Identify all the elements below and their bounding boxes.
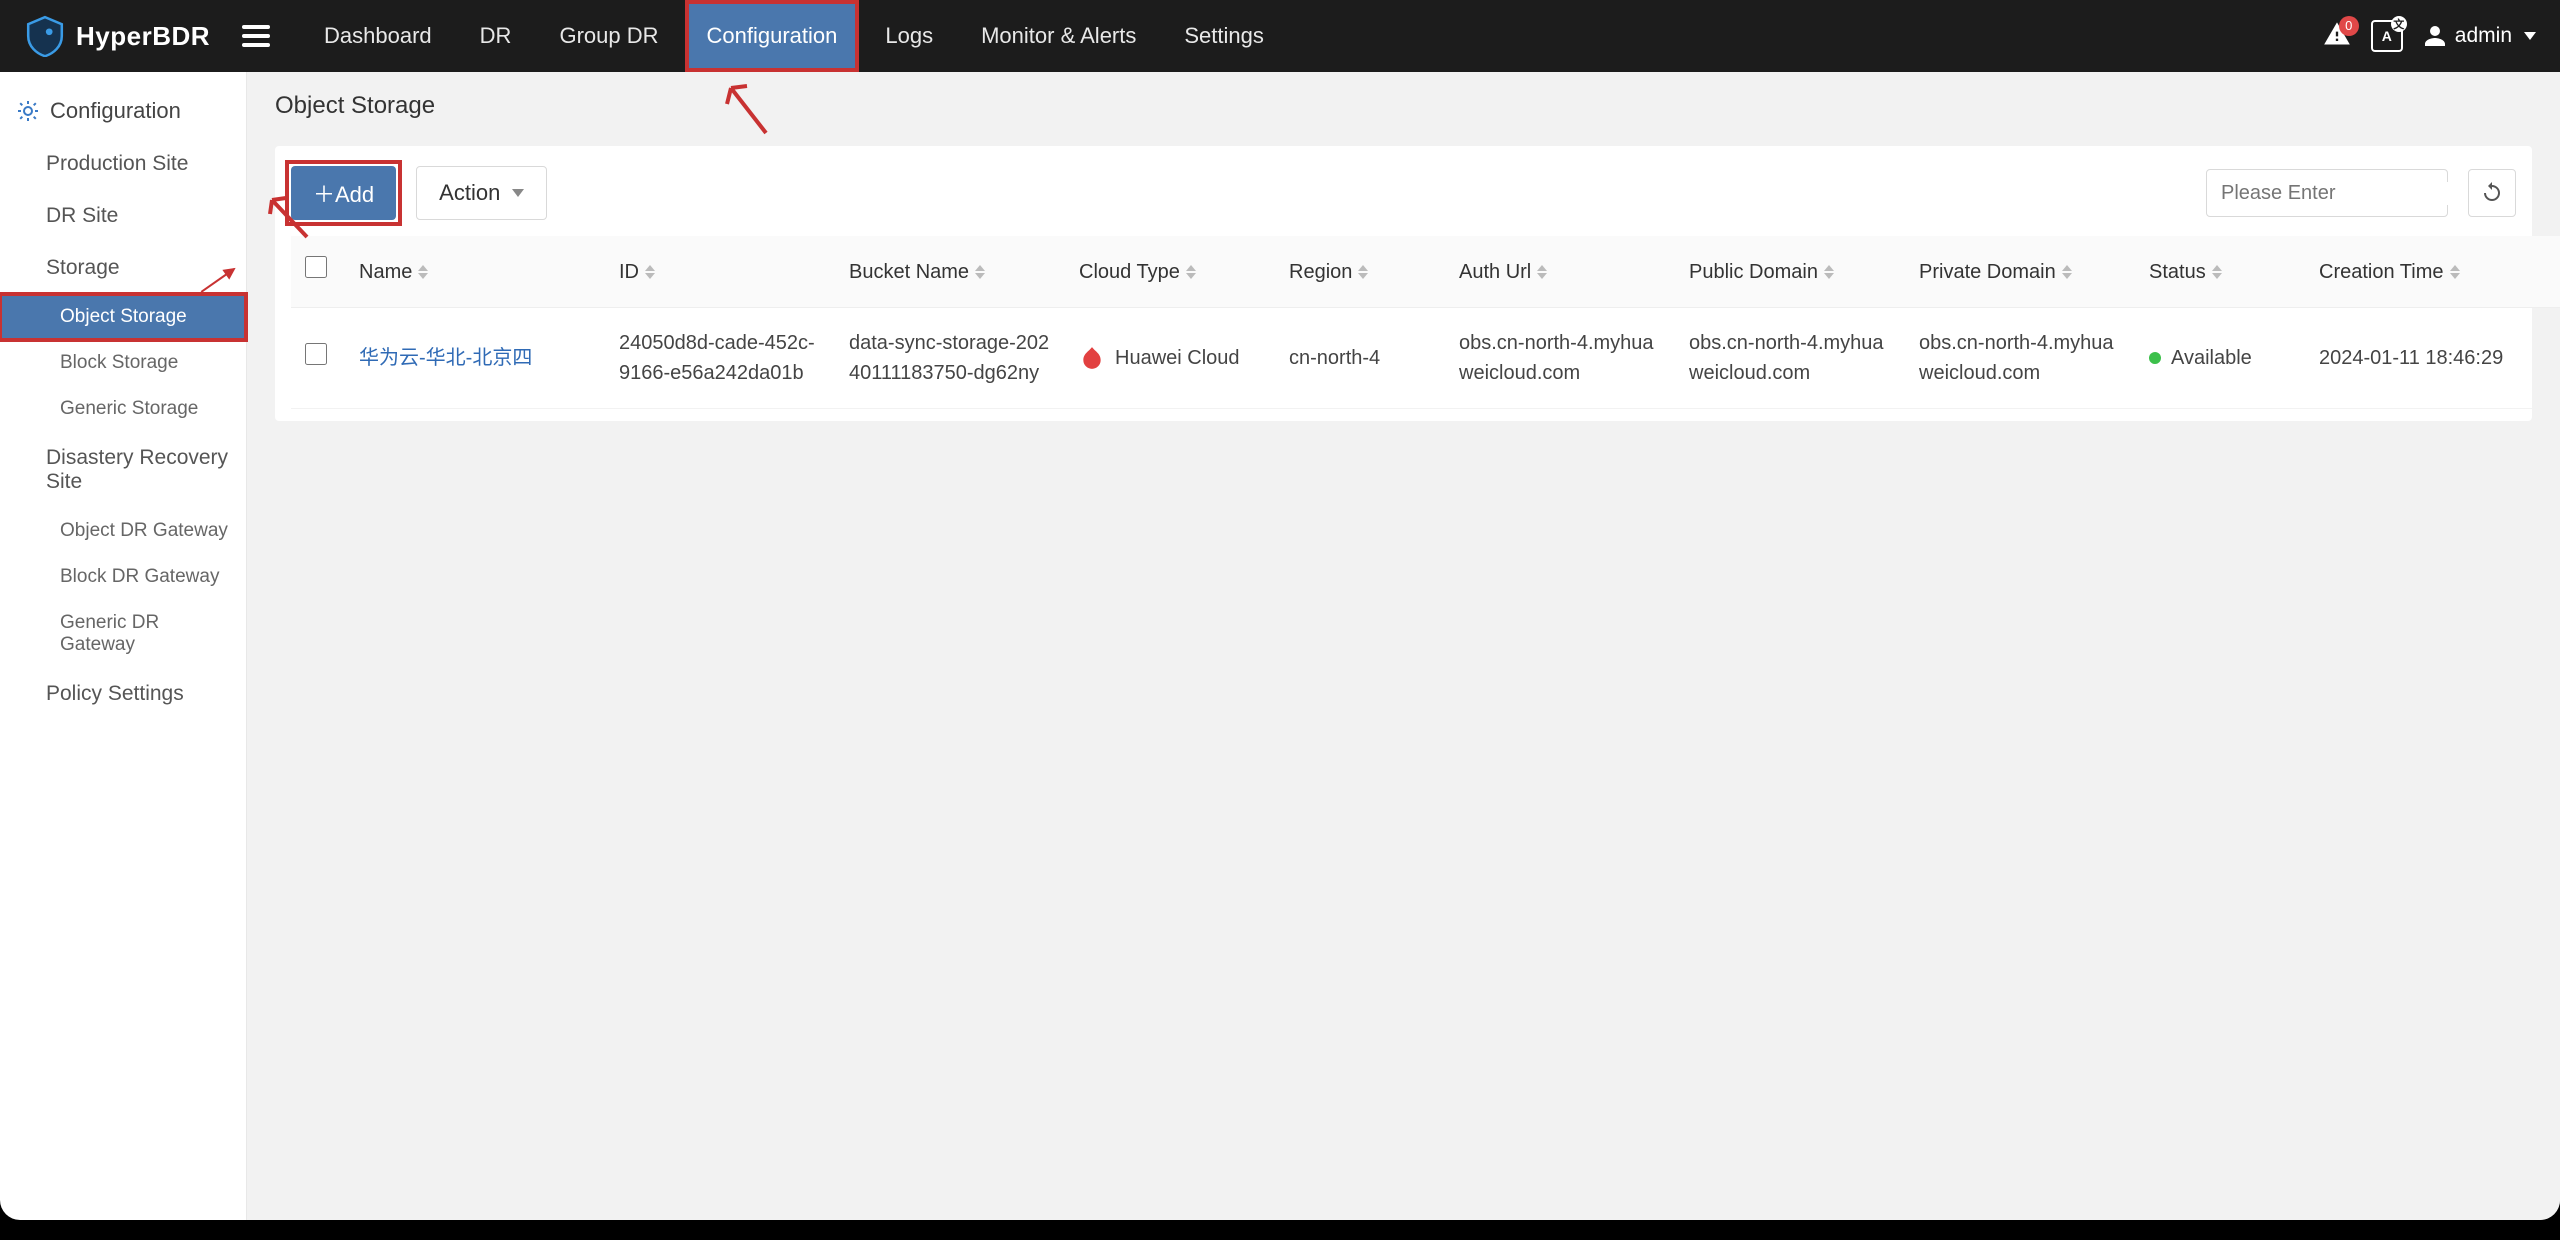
nav-monitor[interactable]: Monitor & Alerts [959, 0, 1158, 72]
storage-table: Name ID Bucket Name Cloud Type Region Au… [291, 236, 2560, 409]
cell-public: obs.cn-north-4.myhuaweicloud.com [1675, 308, 1905, 409]
user-name: admin [2455, 24, 2512, 48]
sidebar-item-object-dr-gateway[interactable]: Object DR Gateway [0, 508, 246, 554]
cell-region: cn-north-4 [1275, 308, 1445, 409]
brand-name: HyperBDR [76, 21, 210, 52]
sidebar-item-generic-dr-gateway[interactable]: Generic DR Gateway [0, 600, 246, 668]
sidebar-item-object-storage[interactable]: Object Storage [0, 294, 246, 340]
col-private[interactable]: Private Domain [1905, 236, 2135, 308]
nav-configuration[interactable]: Configuration [685, 0, 860, 72]
col-region[interactable]: Region [1275, 236, 1445, 308]
search-input-wrapper[interactable] [2206, 169, 2448, 217]
add-button[interactable]: ＋Add [291, 166, 396, 220]
sort-icon [1824, 265, 1834, 279]
language-icon[interactable]: A 文 [2371, 20, 2403, 52]
col-cloud[interactable]: Cloud Type [1065, 236, 1275, 308]
nav-dashboard[interactable]: Dashboard [302, 0, 454, 72]
toolbar: ＋Add Action [291, 166, 2516, 220]
arrow-annotation-icon [201, 268, 235, 293]
cell-created: 2024-01-11 18:46:29 [2305, 308, 2560, 409]
sidebar-item-production-site[interactable]: Production Site [0, 138, 246, 190]
sort-icon [645, 265, 655, 279]
sidebar-item-storage[interactable]: Storage [0, 242, 246, 294]
nav-settings[interactable]: Settings [1162, 0, 1286, 72]
status-dot-icon [2149, 352, 2161, 364]
col-select-all[interactable] [291, 236, 345, 308]
sidebar-item-dr-site[interactable]: DR Site [0, 190, 246, 242]
select-all-checkbox[interactable] [305, 256, 327, 278]
sort-icon [2062, 265, 2072, 279]
cell-bucket: data-sync-storage-20240111183750-dg62ny [835, 308, 1065, 409]
col-created[interactable]: Creation Time [2305, 236, 2560, 308]
refresh-icon [2480, 181, 2504, 205]
chevron-down-icon [2524, 32, 2536, 40]
sidebar-item-block-dr-gateway[interactable]: Block DR Gateway [0, 554, 246, 600]
gear-icon [16, 99, 40, 123]
table-row[interactable]: 华为云-华北-北京四 24050d8d-cade-452c-9166-e56a2… [291, 308, 2560, 409]
action-dropdown[interactable]: Action [416, 166, 547, 220]
sidebar-heading: Configuration [0, 84, 246, 138]
hamburger-icon[interactable] [242, 25, 270, 47]
col-auth[interactable]: Auth Url [1445, 236, 1675, 308]
nav-logs[interactable]: Logs [863, 0, 955, 72]
col-bucket[interactable]: Bucket Name [835, 236, 1065, 308]
cell-private: obs.cn-north-4.myhuaweicloud.com [1905, 308, 2135, 409]
sidebar-item-generic-storage[interactable]: Generic Storage [0, 386, 246, 432]
page-title: Object Storage [275, 92, 2532, 120]
sort-icon [2212, 265, 2222, 279]
topbar-right: 0 A 文 admin [2323, 20, 2536, 53]
cell-authurl: obs.cn-north-4.myhuaweicloud.com [1445, 308, 1675, 409]
sidebar: Configuration Production Site DR Site St… [0, 72, 247, 1220]
sort-icon [1186, 265, 1196, 279]
sort-icon [1537, 265, 1547, 279]
nav-dr[interactable]: DR [458, 0, 534, 72]
alerts-icon[interactable]: 0 [2323, 20, 2351, 53]
sort-icon [975, 265, 985, 279]
logo: HyperBDR [24, 15, 210, 57]
cell-status: Available [2135, 308, 2305, 409]
huawei-icon [1079, 345, 1105, 371]
sort-icon [1358, 265, 1368, 279]
sidebar-item-disaster-recovery-site[interactable]: Disastery Recovery Site [0, 432, 246, 508]
cell-name[interactable]: 华为云-华北-北京四 [359, 347, 532, 369]
content-panel: ＋Add Action [275, 146, 2532, 421]
col-id[interactable]: ID [605, 236, 835, 308]
col-public[interactable]: Public Domain [1675, 236, 1905, 308]
chevron-down-icon [512, 189, 524, 197]
shield-icon [24, 15, 66, 57]
search-input[interactable] [2221, 182, 2486, 205]
refresh-button[interactable] [2468, 169, 2516, 217]
cell-cloud: Huawei Cloud [1065, 308, 1275, 409]
row-checkbox[interactable] [305, 343, 327, 365]
topbar: HyperBDR Dashboard DR Group DR Configura… [0, 0, 2560, 72]
top-nav: Dashboard DR Group DR Configuration Logs… [302, 0, 1286, 72]
sort-icon [418, 265, 428, 279]
cell-id: 24050d8d-cade-452c-9166-e56a242da01b [605, 308, 835, 409]
col-status[interactable]: Status [2135, 236, 2305, 308]
user-menu[interactable]: admin [2423, 24, 2536, 48]
table-header-row: Name ID Bucket Name Cloud Type Region Au… [291, 236, 2560, 308]
sidebar-item-block-storage[interactable]: Block Storage [0, 340, 246, 386]
main: Object Storage ＋Add Action [247, 72, 2560, 1220]
sort-icon [2450, 265, 2460, 279]
alert-badge: 0 [2339, 16, 2359, 36]
col-name[interactable]: Name [345, 236, 605, 308]
user-icon [2423, 24, 2447, 48]
sidebar-item-policy-settings[interactable]: Policy Settings [0, 668, 246, 720]
nav-group-dr[interactable]: Group DR [537, 0, 680, 72]
